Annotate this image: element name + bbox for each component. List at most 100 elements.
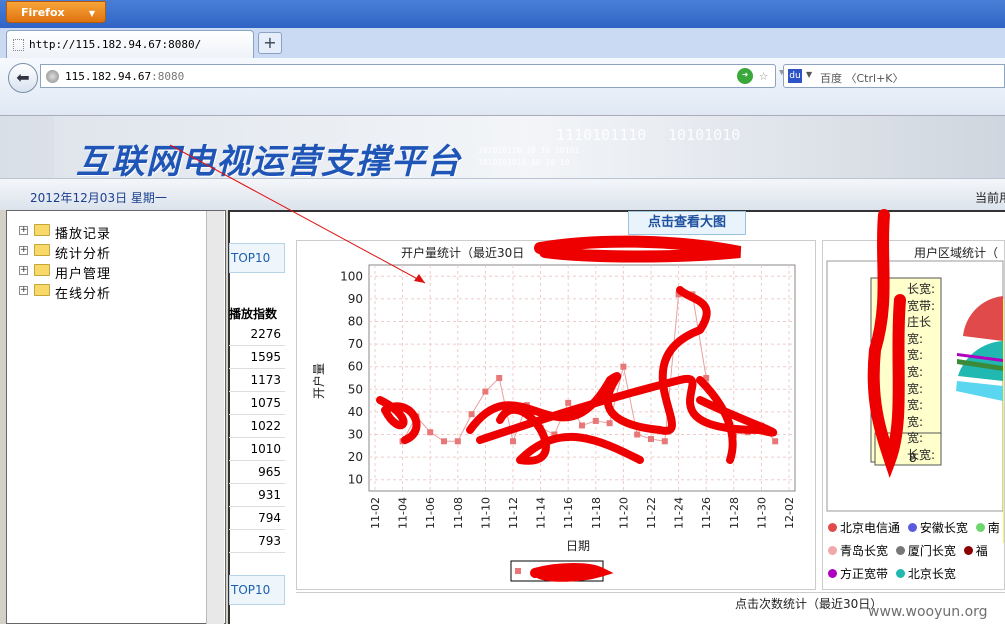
firefox-menu-label: Firefox [21, 6, 65, 19]
baidu-paw-icon[interactable]: du [788, 69, 802, 83]
url-port: :8080 [151, 70, 185, 83]
y-tick-label: 40 [348, 405, 363, 419]
browser-titlebar: Firefox ▼ [0, 0, 1005, 28]
browser-tab[interactable]: http://115.182.94.67:8080/ [6, 30, 254, 58]
data-point [648, 436, 654, 443]
data-point [468, 411, 475, 418]
data-point [592, 417, 599, 424]
data-point [675, 291, 682, 298]
pie-tooltip-line: 宽: [907, 381, 924, 396]
pie-tooltip-line: 宽: [907, 365, 924, 379]
chart-legend-box [510, 560, 604, 582]
globe-icon [46, 70, 59, 83]
table-cell: 1173 [229, 369, 285, 392]
pie-tooltip-line: 庄长 [907, 315, 932, 330]
firefox-menu-button[interactable]: Firefox ▼ [6, 1, 106, 23]
top10-tab-2[interactable]: TOP10 [229, 575, 285, 605]
search-engine-dropdown-icon[interactable]: ▼ [806, 70, 812, 79]
y-tick-label: 60 [348, 360, 363, 374]
x-tick-label: 11-08 [452, 497, 465, 529]
chart-x-axis-label: 日期 [566, 539, 590, 553]
menu-item-label: 在线分析 [55, 287, 112, 302]
table-cell: 1595 [229, 346, 285, 369]
legend-label: 北京长宽 [907, 567, 956, 581]
watermark-text: www.wooyun.org [868, 604, 988, 620]
pie-legend-row: 青岛长宽 厦门长宽 福 [828, 542, 988, 559]
search-box[interactable]: du ▼ 百度 〈Ctrl+K〉 [783, 64, 1005, 88]
x-tick-label: 11-02 [369, 497, 382, 529]
banner-binary-text: 1110101110 [556, 126, 647, 144]
table-cell: 1075 [229, 392, 285, 415]
legend-dot-icon [828, 546, 837, 555]
accounts-chart-panel: 开户量统计（最近30日 开户量 日期 10 20 30 40 50 60 70 80 90 100… [296, 240, 816, 590]
legend-label: 方正宽带 [840, 567, 889, 581]
data-point [482, 388, 489, 395]
plus-icon: + [263, 33, 277, 52]
x-tick-label: 11-22 [645, 497, 658, 529]
data-point [717, 404, 723, 411]
x-tick-label: 12-02 [783, 497, 796, 529]
x-tick-label: 11-24 [673, 497, 686, 529]
pie-tooltip-line: 宽带: [907, 298, 936, 313]
navigation-toolbar: ⬅ 115.182.94.67:8080 ➜ ☆ ▼ ↻ du ▼ 百度 〈Ct… [0, 58, 1005, 116]
y-tick-label: 80 [348, 315, 363, 329]
site-title: 互联网电视运营支撑平台 [76, 142, 461, 182]
data-point [565, 399, 572, 406]
left-menu-panel: + 播放记录 + 统计分析 + 用户管理 + 在线分析 [6, 210, 226, 624]
url-host: 115.182.94.67 [65, 70, 152, 83]
top10-tab[interactable]: TOP10 [229, 243, 285, 273]
data-point [441, 438, 447, 445]
go-arrow-icon[interactable]: ➜ [737, 68, 753, 84]
accounts-line-chart: 开户量统计（最近30日 开户量 日期 10 20 30 40 50 60 70 80 90 100… [311, 245, 796, 582]
date-bar: 2012年12月03日 星期一 当前用 [0, 178, 1005, 210]
legend-item: 福 [963, 544, 988, 558]
pie-tooltip-footer: 8 [909, 451, 917, 465]
pie-tooltip-line: 宽: [907, 431, 924, 446]
banner-binary-text: 10101010 [668, 126, 741, 144]
legend-item: 北京电信通 [828, 521, 900, 535]
data-point [634, 431, 641, 438]
data-point [606, 420, 613, 427]
bookmark-star-icon[interactable]: ☆ [759, 66, 768, 84]
new-tab-button[interactable]: + [258, 32, 282, 54]
legend-dot-icon [828, 569, 837, 578]
expand-icon[interactable]: + [19, 246, 28, 255]
back-button[interactable]: ⬅ [8, 63, 38, 93]
table-cell: 965 [229, 461, 285, 484]
legend-dot-icon [963, 546, 973, 555]
left-panel-scrollbar[interactable] [206, 211, 224, 624]
x-tick-label: 11-10 [479, 497, 492, 529]
folder-icon [34, 244, 50, 256]
data-point [579, 422, 585, 429]
region-pie-panel: 用户区域统计（ 长宽: 宽带: 庄长 宽: 宽: 宽: 宽: 宽: 宽: 宽: 长宽: 8 [822, 240, 1005, 590]
y-tick-label: 70 [348, 337, 363, 351]
pie-tooltip-line: 长宽: [907, 282, 936, 296]
current-user-label: 当前用 [975, 191, 1005, 205]
expand-icon[interactable]: + [19, 266, 28, 275]
legend-label: 青岛长宽 [840, 544, 889, 558]
data-point [537, 424, 544, 431]
data-point [399, 438, 406, 445]
y-tick-label: 90 [348, 292, 363, 306]
legend-item: 青岛长宽 [828, 544, 888, 558]
table-cell: 1010 [229, 438, 285, 461]
data-point [510, 438, 516, 445]
expand-icon[interactable]: + [19, 226, 28, 235]
chart-y-axis-label: 开户量 [311, 363, 326, 399]
view-large-chart-button[interactable]: 点击查看大图 [628, 211, 746, 235]
banner-binary-text: 101010110 10 10 10101 [478, 146, 580, 155]
address-bar[interactable]: 115.182.94.67:8080 ➜ ☆ ▼ ↻ [40, 64, 807, 88]
play-index-header: 播放指数 [229, 307, 278, 321]
legend-item: 方正宽带 [828, 567, 888, 581]
x-tick-label: 11-14 [535, 497, 548, 529]
clicks-chart-title: 点击次数统计（最近30日） [735, 597, 883, 611]
page-favicon-icon [13, 39, 24, 51]
folder-icon [34, 224, 50, 236]
y-tick-label: 30 [348, 428, 363, 442]
data-point [523, 402, 530, 409]
x-tick-label: 11-26 [700, 497, 713, 529]
expand-icon[interactable]: + [19, 286, 28, 295]
current-date: 2012年12月03日 星期一 [30, 191, 167, 205]
chevron-down-icon: ▼ [88, 9, 95, 18]
x-tick-label: 11-06 [424, 497, 437, 529]
